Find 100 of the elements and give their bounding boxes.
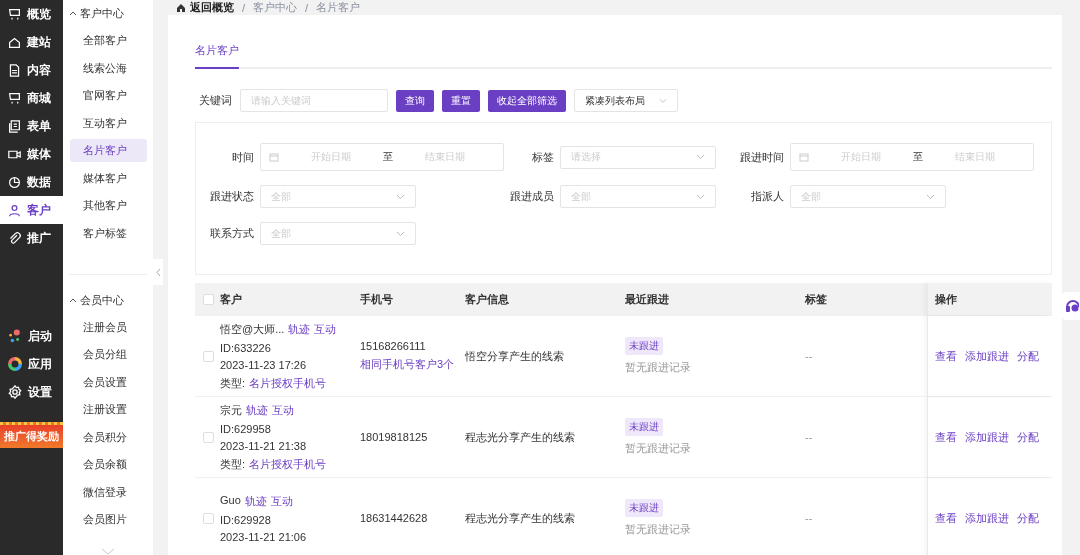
row-link[interactable]: 轨迹 (244, 493, 267, 509)
rail-item[interactable]: 建站 (0, 28, 63, 56)
rail-item[interactable]: 内容 (0, 56, 63, 84)
type-label: 类型: (220, 375, 246, 391)
column-header: 最近跟进 (625, 291, 670, 307)
row-link[interactable]: 互动 (314, 321, 337, 337)
action-link[interactable]: 添加跟进 (965, 429, 1009, 445)
subnav-item[interactable]: 互动客户 (70, 111, 147, 135)
pie-chart-icon (8, 175, 21, 189)
ring-icon (8, 357, 22, 371)
tab[interactable]: 名片客户 (195, 39, 239, 69)
action-link[interactable]: 查看 (935, 429, 957, 445)
checkbox[interactable] (203, 512, 214, 524)
group-title[interactable]: 客户中心 (63, 0, 153, 28)
rail-item[interactable]: 数据 (0, 168, 63, 196)
chevron-down-icon[interactable] (101, 548, 115, 555)
home-icon (176, 2, 186, 13)
column-header: 操作 (935, 291, 958, 307)
subnav-item[interactable]: 媒体客户 (70, 167, 147, 190)
tags-cell-text: -- (805, 431, 814, 443)
row-link[interactable]: 轨迹 (246, 402, 268, 418)
chevron-down-icon (926, 193, 935, 200)
rail-item[interactable]: 设置 (0, 378, 63, 406)
type-link[interactable]: 名片授权手机号 (249, 456, 327, 472)
type-label: 类型: (220, 456, 246, 472)
subnav-item[interactable]: 全部客户 (70, 29, 147, 52)
customer-name: Guo (220, 493, 241, 508)
subnav-item[interactable]: 线索公海 (70, 56, 147, 80)
subnav-item[interactable]: 注册会员 (70, 315, 147, 339)
support-button[interactable] (1062, 292, 1080, 320)
rail-item[interactable]: 客户 (0, 196, 63, 224)
field-label: 指派人 (750, 189, 784, 204)
rail-item[interactable]: 启动 (0, 322, 63, 350)
back-link[interactable]: 返回概览 (176, 0, 234, 15)
dots-icon (8, 329, 22, 343)
filter-button[interactable]: 重置 (442, 89, 480, 112)
customer-id: ID:629958 (220, 422, 272, 435)
subnav-item[interactable]: 其他客户 (70, 194, 147, 217)
home-icon (8, 35, 21, 49)
chevron-down-icon (696, 193, 705, 200)
action-link[interactable]: 添加跟进 (965, 348, 1009, 364)
breadcrumb-separator: / (305, 1, 309, 14)
status-badge: 未跟进 (625, 337, 663, 355)
chevron-down-icon (396, 193, 405, 200)
filter-button[interactable]: 收起全部筛选 (488, 89, 566, 112)
subnav-item[interactable]: 会员分组 (70, 343, 147, 366)
action-link[interactable]: 查看 (935, 510, 957, 526)
subnav-item[interactable]: 注册设置 (70, 398, 147, 421)
rail-item[interactable]: 媒体 (0, 140, 63, 168)
phone-number: 18631442628 (360, 512, 429, 524)
layout-select[interactable]: 紧凑列表布局 (574, 89, 678, 112)
rail-item[interactable]: 应用 (0, 350, 63, 378)
row-link[interactable]: 轨迹 (288, 321, 311, 337)
subnav-item[interactable]: 会员设置 (70, 370, 147, 394)
row-link[interactable]: 互动 (272, 402, 294, 418)
calendar-icon (269, 152, 279, 162)
subnav-item[interactable]: 官网客户 (70, 84, 147, 107)
field-label: 关键词 (199, 93, 232, 108)
customer-info: 程志光分享产生的线索 (465, 510, 576, 526)
same-phone-link[interactable]: 相同手机号客户3个 (360, 357, 459, 372)
action-link[interactable]: 分配 (1017, 348, 1039, 364)
subnav-item[interactable]: 会员积分 (70, 426, 147, 449)
chevron-down-icon (659, 97, 667, 104)
action-link[interactable]: 添加跟进 (965, 510, 1009, 526)
collapse-handle[interactable] (153, 259, 163, 285)
created-time: 2023-11-21 21:06 (220, 530, 308, 543)
checkbox[interactable] (203, 293, 214, 305)
cart-icon (8, 7, 21, 21)
checkbox[interactable] (203, 431, 214, 443)
follow-up-note: 暂无跟进记录 (625, 441, 692, 456)
rail-item[interactable]: 推广 (0, 224, 63, 252)
action-link[interactable]: 分配 (1017, 510, 1039, 526)
column-header: 客户 (220, 291, 243, 307)
subnav-item[interactable]: 名片客户 (70, 139, 147, 162)
customer-id: ID:633226 (220, 341, 272, 354)
action-link[interactable]: 查看 (935, 348, 957, 364)
rail-item[interactable]: 表单 (0, 112, 63, 140)
document-icon (8, 63, 21, 77)
subnav-item[interactable]: 客户标签 (70, 222, 147, 245)
paperclip-icon (8, 231, 21, 245)
subnav-item[interactable]: 会员图片 (70, 508, 147, 532)
group-title[interactable]: 会员中心 (63, 286, 153, 314)
rail-item[interactable]: 商城 (0, 84, 63, 112)
breadcrumb-separator: / (242, 1, 246, 14)
user-icon (8, 203, 21, 217)
action-link[interactable]: 分配 (1017, 429, 1039, 445)
subnav-item[interactable]: 会员余额 (70, 453, 147, 476)
tags-cell-text: -- (805, 512, 814, 524)
tags-cell-text: -- (805, 350, 814, 362)
row-link[interactable]: 互动 (270, 493, 293, 509)
checkbox[interactable] (203, 350, 214, 362)
subnav-item[interactable]: 微信登录 (70, 481, 147, 504)
type-link[interactable]: 名片授权手机号 (249, 375, 327, 391)
filter-button[interactable]: 查询 (396, 89, 434, 112)
chevron-left-icon (155, 267, 161, 277)
follow-up-note: 暂无跟进记录 (625, 522, 692, 537)
rail-item[interactable]: 概览 (0, 0, 63, 28)
headset-icon (1065, 298, 1079, 314)
phone-number: 18019818125 (360, 431, 429, 443)
status-badge: 未跟进 (625, 418, 663, 436)
